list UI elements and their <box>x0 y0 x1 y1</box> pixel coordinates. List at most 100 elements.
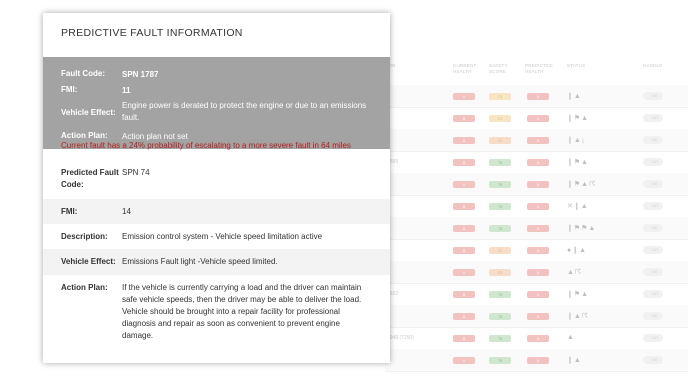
header-handle: HANDLE <box>643 63 663 68</box>
fmi-label: FMI: <box>61 85 78 94</box>
safety-score-badge: 71 <box>489 93 511 100</box>
handle-toggle[interactable]: NO <box>643 114 663 122</box>
current-health-badge: 0 <box>453 269 475 276</box>
handle-toggle[interactable]: NO <box>643 356 663 364</box>
predicted-fault-code-label: Predicted Fault Code: <box>61 168 119 189</box>
handle-toggle[interactable]: NO <box>643 202 663 210</box>
predicted-fmi-row: FMI: 14 <box>43 199 390 224</box>
predicted-health-badge: 0 <box>527 203 549 210</box>
current-health-badge: 0 <box>453 159 475 166</box>
status-icons: ✕❙▲ <box>567 203 589 210</box>
predicted-description-row: Description: Emission control system - V… <box>43 224 390 249</box>
predicted-action-plan-value: If the vehicle is currently carrying a l… <box>122 283 362 340</box>
safety-score-badge: 71 <box>489 247 511 254</box>
predicted-health-badge: 0 <box>527 269 549 276</box>
status-icons: ❙▲¡ <box>567 137 586 144</box>
popup-title: PREDICTIVE FAULT INFORMATION <box>61 27 243 39</box>
current-health-badge: 0 <box>453 137 475 144</box>
handle-toggle[interactable]: NO <box>643 334 663 342</box>
safety-score-badge: 75 <box>489 159 511 166</box>
fleet-table-row[interactable]: 0 75 0 ✕❙▲ NO <box>385 195 688 218</box>
fleet-table-row[interactable]: 0 71 0 ▲☈ NO <box>385 261 688 284</box>
vehicle-effect-label: Vehicle Effect: <box>61 108 116 117</box>
fleet-table-row[interactable]: 0 75 0 ❙⚑⚑▲ NO <box>385 217 688 240</box>
header-current-health[interactable]: CURRENT HEALTH <box>453 63 479 75</box>
predicted-health-badge: 0 <box>527 181 549 188</box>
predicted-health-badge: 0 <box>527 93 549 100</box>
status-icons: ❙▲ <box>567 93 582 100</box>
predicted-health-badge: 0 <box>527 137 549 144</box>
safety-score-badge: 75 <box>489 203 511 210</box>
vehicle-effect-value: Engine power is derated to protect the e… <box>122 101 367 122</box>
fleet-table-row[interactable]: 0 71 0 ❙▲¡ NO <box>385 129 688 152</box>
safety-score-badge: 75 <box>489 181 511 188</box>
handle-toggle[interactable]: NO <box>643 92 663 100</box>
current-health-badge: 0 <box>453 247 475 254</box>
handle-toggle[interactable]: NO <box>643 290 663 298</box>
row-location-fragment: 2949 (7250) <box>387 335 414 341</box>
handle-toggle[interactable]: NO <box>643 180 663 188</box>
predicted-vehicle-effect-value: Emissions Fault light -Vehicle speed lim… <box>122 257 278 266</box>
predicted-health-badge: 0 <box>527 159 549 166</box>
status-icons: ●❙▲ <box>567 247 588 254</box>
safety-score-badge: 75 <box>489 313 511 320</box>
safety-score-badge: 75 <box>489 335 511 342</box>
status-icons: ❙▲☈ <box>567 313 590 320</box>
handle-toggle[interactable]: NO <box>643 136 663 144</box>
handle-toggle[interactable]: NO <box>643 158 663 166</box>
current-health-badge: 0 <box>453 225 475 232</box>
status-icons: ❙⚑▲ <box>567 291 590 298</box>
header-status: STATUS <box>567 63 586 68</box>
handle-toggle[interactable]: NO <box>643 312 663 320</box>
fleet-table-row[interactable]: 4589 0 75 0 ❙⚑▲ NO <box>385 151 688 174</box>
fleet-table-row[interactable]: 0 71 0 ●❙▲ NO <box>385 239 688 262</box>
predicted-health-badge: 0 <box>527 225 549 232</box>
status-icons: ❙⚑⚑▲ <box>567 225 597 232</box>
description-value: Emission control system - Vehicle speed … <box>122 232 323 241</box>
current-fault-section: Fault Code: SPN 1787 FMI: 11 Vehicle Eff… <box>43 57 390 149</box>
fmi-value: 11 <box>122 86 131 95</box>
description-label: Description: <box>61 232 108 241</box>
predicted-health-badge: 0 <box>527 247 549 254</box>
predicted-health-badge: 0 <box>527 335 549 342</box>
predicted-fault-code-row: Predicted Fault Code: SPN 74 <box>43 159 390 199</box>
header-safety-score[interactable]: SAFETY SCORE <box>489 63 515 75</box>
predicted-health-badge: 0 <box>527 291 549 298</box>
handle-toggle[interactable]: NO <box>643 224 663 232</box>
predicted-fault-code-value: SPN 74 <box>122 168 150 177</box>
status-icons: ❙⚑▲ <box>567 115 590 122</box>
handle-toggle[interactable]: NO <box>643 268 663 276</box>
fleet-table-row[interactable]: 0 71 0 ❙▲ NO <box>385 85 688 108</box>
current-health-badge: 0 <box>453 93 475 100</box>
fleet-table-row[interactable]: 0 75 0 ❙▲☈ NO <box>385 305 688 328</box>
fleet-table-row[interactable]: 0 75 0 ❙▲ NO <box>385 349 688 372</box>
fleet-table-row[interactable]: 0 75 0 ❙⚑▲☈ NO <box>385 173 688 196</box>
current-health-badge: 0 <box>453 203 475 210</box>
status-icons: ▲☈ <box>567 269 583 276</box>
predicted-health-badge: 0 <box>527 115 549 122</box>
fleet-table-row[interactable]: 0 71 0 ❙⚑▲ NO <box>385 107 688 130</box>
predicted-health-badge: 0 <box>527 357 549 364</box>
handle-toggle[interactable]: NO <box>643 246 663 254</box>
current-health-badge: 0 <box>453 313 475 320</box>
predicted-action-plan-row: Action Plan: If the vehicle is currently… <box>43 275 390 355</box>
predicted-fmi-label: FMI: <box>61 207 78 216</box>
fleet-table-row[interactable]: 8922 0 75 0 ❙⚑▲ NO <box>385 283 688 306</box>
current-health-badge: 0 <box>453 357 475 364</box>
fleet-table-header: ION CURRENT HEALTH SAFETY SCORE PREDICTE… <box>385 55 688 86</box>
safety-score-badge: 71 <box>489 115 511 122</box>
safety-score-badge: 75 <box>489 225 511 232</box>
predictive-fault-popup: PREDICTIVE FAULT INFORMATION Fault Code:… <box>43 13 390 363</box>
header-predicted-health[interactable]: PREDICTED HEALTH <box>525 63 555 75</box>
escalation-warning: Current fault has a 24% probability of e… <box>61 141 351 150</box>
safety-score-badge: 75 <box>489 357 511 364</box>
current-health-badge: 0 <box>453 181 475 188</box>
safety-score-badge: 71 <box>489 269 511 276</box>
fault-code-value: SPN 1787 <box>122 70 159 79</box>
status-icons: ▲ <box>567 334 575 341</box>
action-plan-label: Action Plan: <box>61 131 108 140</box>
status-icons: ❙⚑▲☈ <box>567 181 597 188</box>
current-health-badge: 0 <box>453 335 475 342</box>
fleet-table-row[interactable]: 2949 (7250) 0 75 0 ▲ NO <box>385 327 688 350</box>
fleet-table-background: ION CURRENT HEALTH SAFETY SCORE PREDICTE… <box>385 55 688 376</box>
